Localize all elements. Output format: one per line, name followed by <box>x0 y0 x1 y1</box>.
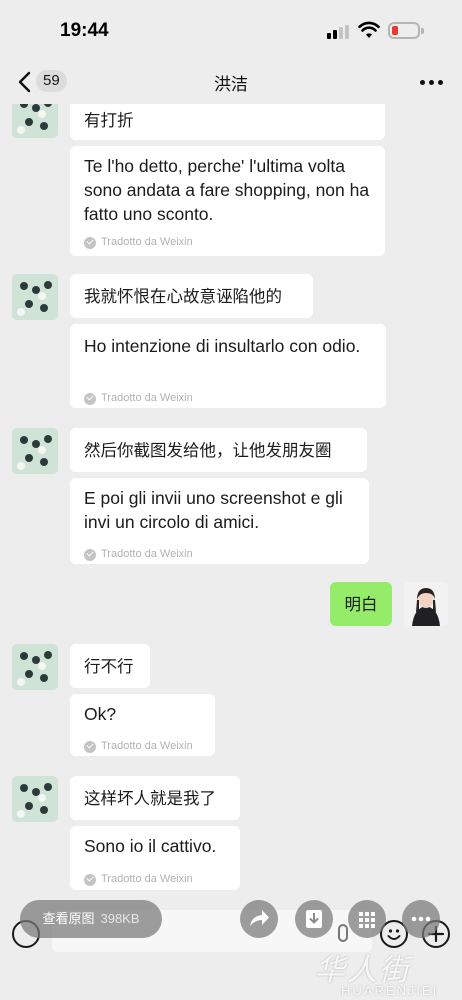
battery-icon <box>388 22 424 39</box>
message-text: 我就怀恨在心故意诬陷他的 <box>84 287 282 306</box>
more-actions-icon[interactable] <box>402 900 440 938</box>
translation-text: Ok? <box>84 704 117 724</box>
status-bar: 19:44 <box>0 0 462 60</box>
message-bubble[interactable]: 有打折 <box>70 104 385 140</box>
translation-note: Tradotto da Weixin <box>84 230 193 255</box>
translation-bubble[interactable]: Sono io il cattivo. Tradotto da Weixin <box>70 826 240 890</box>
translation-text: Sono io il cattivo. <box>84 836 217 856</box>
check-circle-icon <box>84 392 96 405</box>
contact-avatar[interactable] <box>12 776 58 822</box>
translation-note: Tradotto da Weixin <box>84 542 193 567</box>
check-circle-icon <box>84 236 96 249</box>
translation-text: E poi gli invii uno screenshot e gli inv… <box>84 488 343 532</box>
share-icon[interactable] <box>240 900 278 938</box>
message-text: 这样坏人就是我了 <box>84 789 216 808</box>
view-original-image-button[interactable]: 查看原图 398KB <box>20 900 162 938</box>
contact-avatar[interactable] <box>12 104 58 138</box>
translation-text: Te l'ho detto, perche' l'ultima volta so… <box>84 156 370 224</box>
image-size-label: 398KB <box>100 911 140 926</box>
more-options-icon[interactable] <box>420 74 444 90</box>
translation-bubble[interactable]: Ok? Tradotto da Weixin <box>70 694 215 756</box>
contact-avatar[interactable] <box>12 274 58 320</box>
translation-text: Ho intenzione di insultarlo con odio. <box>84 336 361 356</box>
message-text: 行不行 <box>84 657 134 676</box>
microphone-icon[interactable] <box>338 924 348 942</box>
my-avatar[interactable] <box>404 582 448 626</box>
download-icon[interactable] <box>295 900 333 938</box>
translation-note: Tradotto da Weixin <box>84 386 193 411</box>
translation-note: Tradotto da Weixin <box>84 734 193 759</box>
translation-bubble[interactable]: Te l'ho detto, perche' l'ultima volta so… <box>70 146 385 256</box>
check-circle-icon <box>84 740 96 753</box>
translation-note: Tradotto da Weixin <box>84 867 193 892</box>
message-bubble[interactable]: 然后你截图发给他，让他发朋友圈 <box>70 428 367 472</box>
watermark-logo: 华人街 HUARENJIEI <box>315 953 439 998</box>
chat-message-list[interactable]: 有打折 Te l'ho detto, perche' l'ultima volt… <box>0 104 462 904</box>
nav-bar: 59 洪洁 <box>0 60 462 104</box>
message-bubble[interactable]: 行不行 <box>70 644 150 688</box>
wifi-icon <box>358 21 380 38</box>
contact-avatar[interactable] <box>12 644 58 690</box>
check-circle-icon <box>84 873 96 886</box>
message-bubble[interactable]: 这样坏人就是我了 <box>70 776 240 820</box>
message-bubble[interactable]: 我就怀恨在心故意诬陷他的 <box>70 274 313 318</box>
grid-icon[interactable] <box>348 900 386 938</box>
sent-message-bubble[interactable]: 明白 <box>330 582 392 626</box>
contact-avatar[interactable] <box>12 428 58 474</box>
signal-icon <box>327 25 349 39</box>
check-circle-icon <box>84 548 96 561</box>
message-text: 然后你截图发给他，让他发朋友圈 <box>84 441 332 460</box>
status-time: 19:44 <box>60 20 109 41</box>
message-text: 有打折 <box>84 111 134 130</box>
chat-title: 洪洁 <box>214 75 248 95</box>
message-text: 明白 <box>344 595 378 614</box>
translation-bubble[interactable]: Ho intenzione di insultarlo con odio. Tr… <box>70 324 386 408</box>
translation-bubble[interactable]: E poi gli invii uno screenshot e gli inv… <box>70 478 369 564</box>
